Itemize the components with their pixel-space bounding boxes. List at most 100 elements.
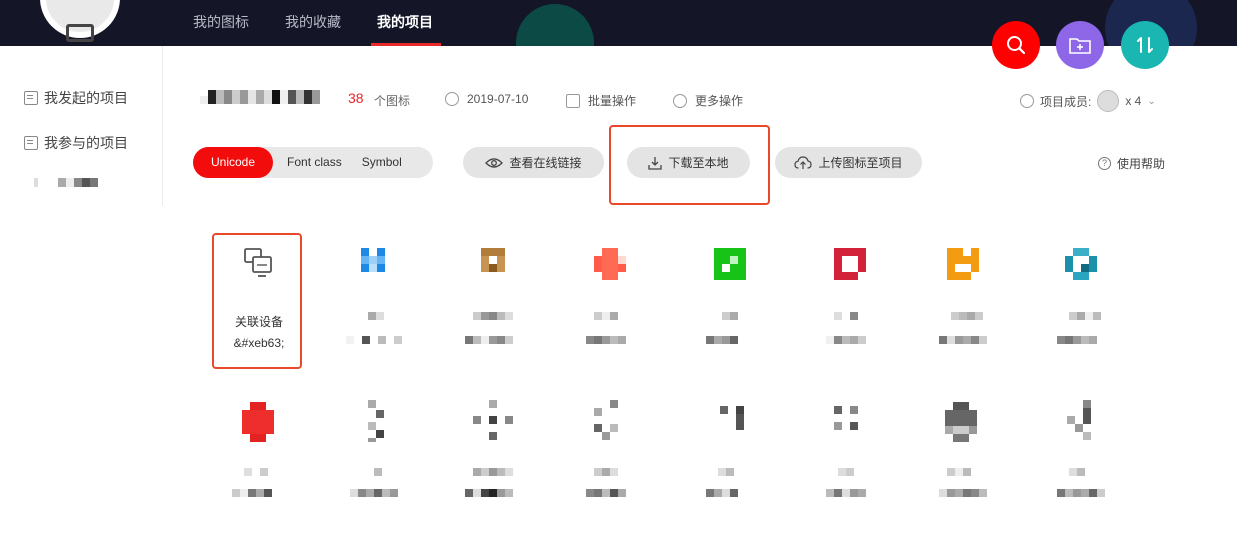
pixelated-icon <box>1065 248 1099 282</box>
pixelated-text <box>947 468 971 476</box>
pixelated-text <box>465 489 513 497</box>
chevron-down-icon: ⌄ <box>1147 95 1156 107</box>
icon-card[interactable] <box>680 392 770 512</box>
format-symbol-tab[interactable]: Symbol <box>356 147 408 178</box>
project-name-pixelated <box>200 90 320 104</box>
pixelated-text <box>374 468 382 476</box>
pixelated-icon <box>945 402 979 442</box>
pixelated-text <box>1057 336 1097 344</box>
help-link[interactable]: ? 使用帮助 <box>1098 155 1165 172</box>
pixelated-text <box>939 336 987 344</box>
pixelated-text <box>1069 312 1101 320</box>
pixelated-text <box>706 336 738 344</box>
grid-icon <box>566 93 580 108</box>
pixelated-text <box>718 468 734 476</box>
tab-my-favorites[interactable]: 我的收藏 <box>285 12 341 32</box>
format-unicode-tab[interactable]: Unicode <box>193 147 274 178</box>
format-segmented-control: Unicode Font class Symbol <box>193 147 433 178</box>
sidebar-item-label: 我参与的项目 <box>44 135 128 151</box>
pixelated-text <box>244 468 268 476</box>
project-date: 2019-07-10 <box>445 92 528 106</box>
pixelated-text <box>465 336 513 344</box>
pixelated-icon <box>834 406 868 440</box>
members-count: x 4 <box>1125 94 1142 108</box>
pixelated-text <box>473 468 513 476</box>
icon-card[interactable] <box>447 236 537 356</box>
avatar <box>1097 90 1120 112</box>
pixelated-icon <box>481 248 515 282</box>
pixelated-icon <box>720 406 754 440</box>
sort-button[interactable] <box>1121 21 1169 69</box>
tab-my-projects[interactable]: 我的项目 <box>377 12 433 32</box>
sidebar-project-pixelated[interactable] <box>34 178 98 187</box>
cloud-upload-icon <box>794 155 813 169</box>
format-fontclass-tab[interactable]: Font class <box>273 147 356 178</box>
icon-card[interactable] <box>680 236 770 356</box>
sidebar-item-created-projects[interactable]: 我发起的项目 <box>24 88 128 108</box>
pixelated-text <box>1057 489 1105 497</box>
icon-card[interactable] <box>214 392 304 512</box>
pixelated-text <box>1069 468 1085 476</box>
pixelated-text <box>838 468 854 476</box>
decorative-circle <box>516 4 594 46</box>
more-operations-label: 更多操作 <box>695 94 744 108</box>
pixelated-text <box>834 312 858 320</box>
upload-to-project-label: 上传图标至项目 <box>818 156 903 170</box>
sidebar-item-joined-projects[interactable]: 我参与的项目 <box>24 133 128 153</box>
list-icon <box>24 91 38 105</box>
pixelated-text <box>706 489 738 497</box>
icon-card[interactable] <box>917 392 1007 512</box>
pixelated-text <box>232 489 272 497</box>
pixelated-icon <box>594 248 628 282</box>
batch-operation-label: 批量操作 <box>588 94 637 108</box>
icon-card[interactable] <box>564 392 654 512</box>
upload-to-project-button[interactable]: 上传图标至项目 <box>775 147 922 178</box>
icon-card[interactable] <box>917 236 1007 356</box>
list-icon <box>24 136 38 150</box>
sort-icon <box>1137 37 1153 53</box>
pixelated-icon <box>361 248 395 282</box>
add-folder-icon <box>1069 38 1091 54</box>
pixelated-text <box>951 312 983 320</box>
pixelated-text <box>586 336 626 344</box>
monitor-icon <box>66 24 94 42</box>
pixelated-icon <box>1067 400 1101 440</box>
pixelated-icon <box>368 400 402 442</box>
icon-card[interactable] <box>1035 392 1125 512</box>
project-date-text: 2019-07-10 <box>467 92 529 106</box>
add-folder-button[interactable] <box>1056 21 1104 69</box>
more-dots-icon <box>673 93 687 108</box>
icon-card[interactable] <box>447 392 537 512</box>
view-online-link-label: 查看在线链接 <box>509 156 582 170</box>
project-members[interactable]: 项目成员: x 4 ⌄ <box>1020 90 1156 112</box>
pixelated-text <box>939 489 987 497</box>
icon-count: 38 <box>348 90 364 106</box>
pixelated-icon <box>714 248 748 282</box>
tab-my-icons[interactable]: 我的图标 <box>193 12 249 32</box>
help-icon: ? <box>1098 157 1111 170</box>
batch-operation-button[interactable]: 批量操作 <box>566 92 636 109</box>
icon-card[interactable] <box>330 236 420 356</box>
pixelated-text <box>826 489 866 497</box>
icon-card[interactable] <box>1035 236 1125 356</box>
icon-count-label: 个图标 <box>374 94 411 108</box>
pixelated-text <box>594 312 618 320</box>
pixelated-icon <box>242 402 276 442</box>
pixelated-text <box>586 489 626 497</box>
pixelated-text <box>346 336 402 344</box>
view-online-link-button[interactable]: 查看在线链接 <box>463 147 604 178</box>
more-operations-button[interactable]: 更多操作 <box>673 92 743 109</box>
sidebar: 我发起的项目 我参与的项目 <box>0 46 163 206</box>
eye-icon <box>485 157 504 168</box>
icon-card[interactable] <box>564 236 654 356</box>
pixelated-icon <box>834 248 868 282</box>
icon-card[interactable] <box>800 392 890 512</box>
search-button[interactable] <box>992 21 1040 69</box>
pixelated-icon <box>594 400 628 440</box>
icon-card[interactable] <box>330 392 420 512</box>
user-icon <box>1020 94 1034 108</box>
site-logo[interactable] <box>40 0 120 42</box>
icon-highlight-box <box>212 233 302 369</box>
help-label: 使用帮助 <box>1117 157 1166 171</box>
icon-card[interactable] <box>800 236 890 356</box>
